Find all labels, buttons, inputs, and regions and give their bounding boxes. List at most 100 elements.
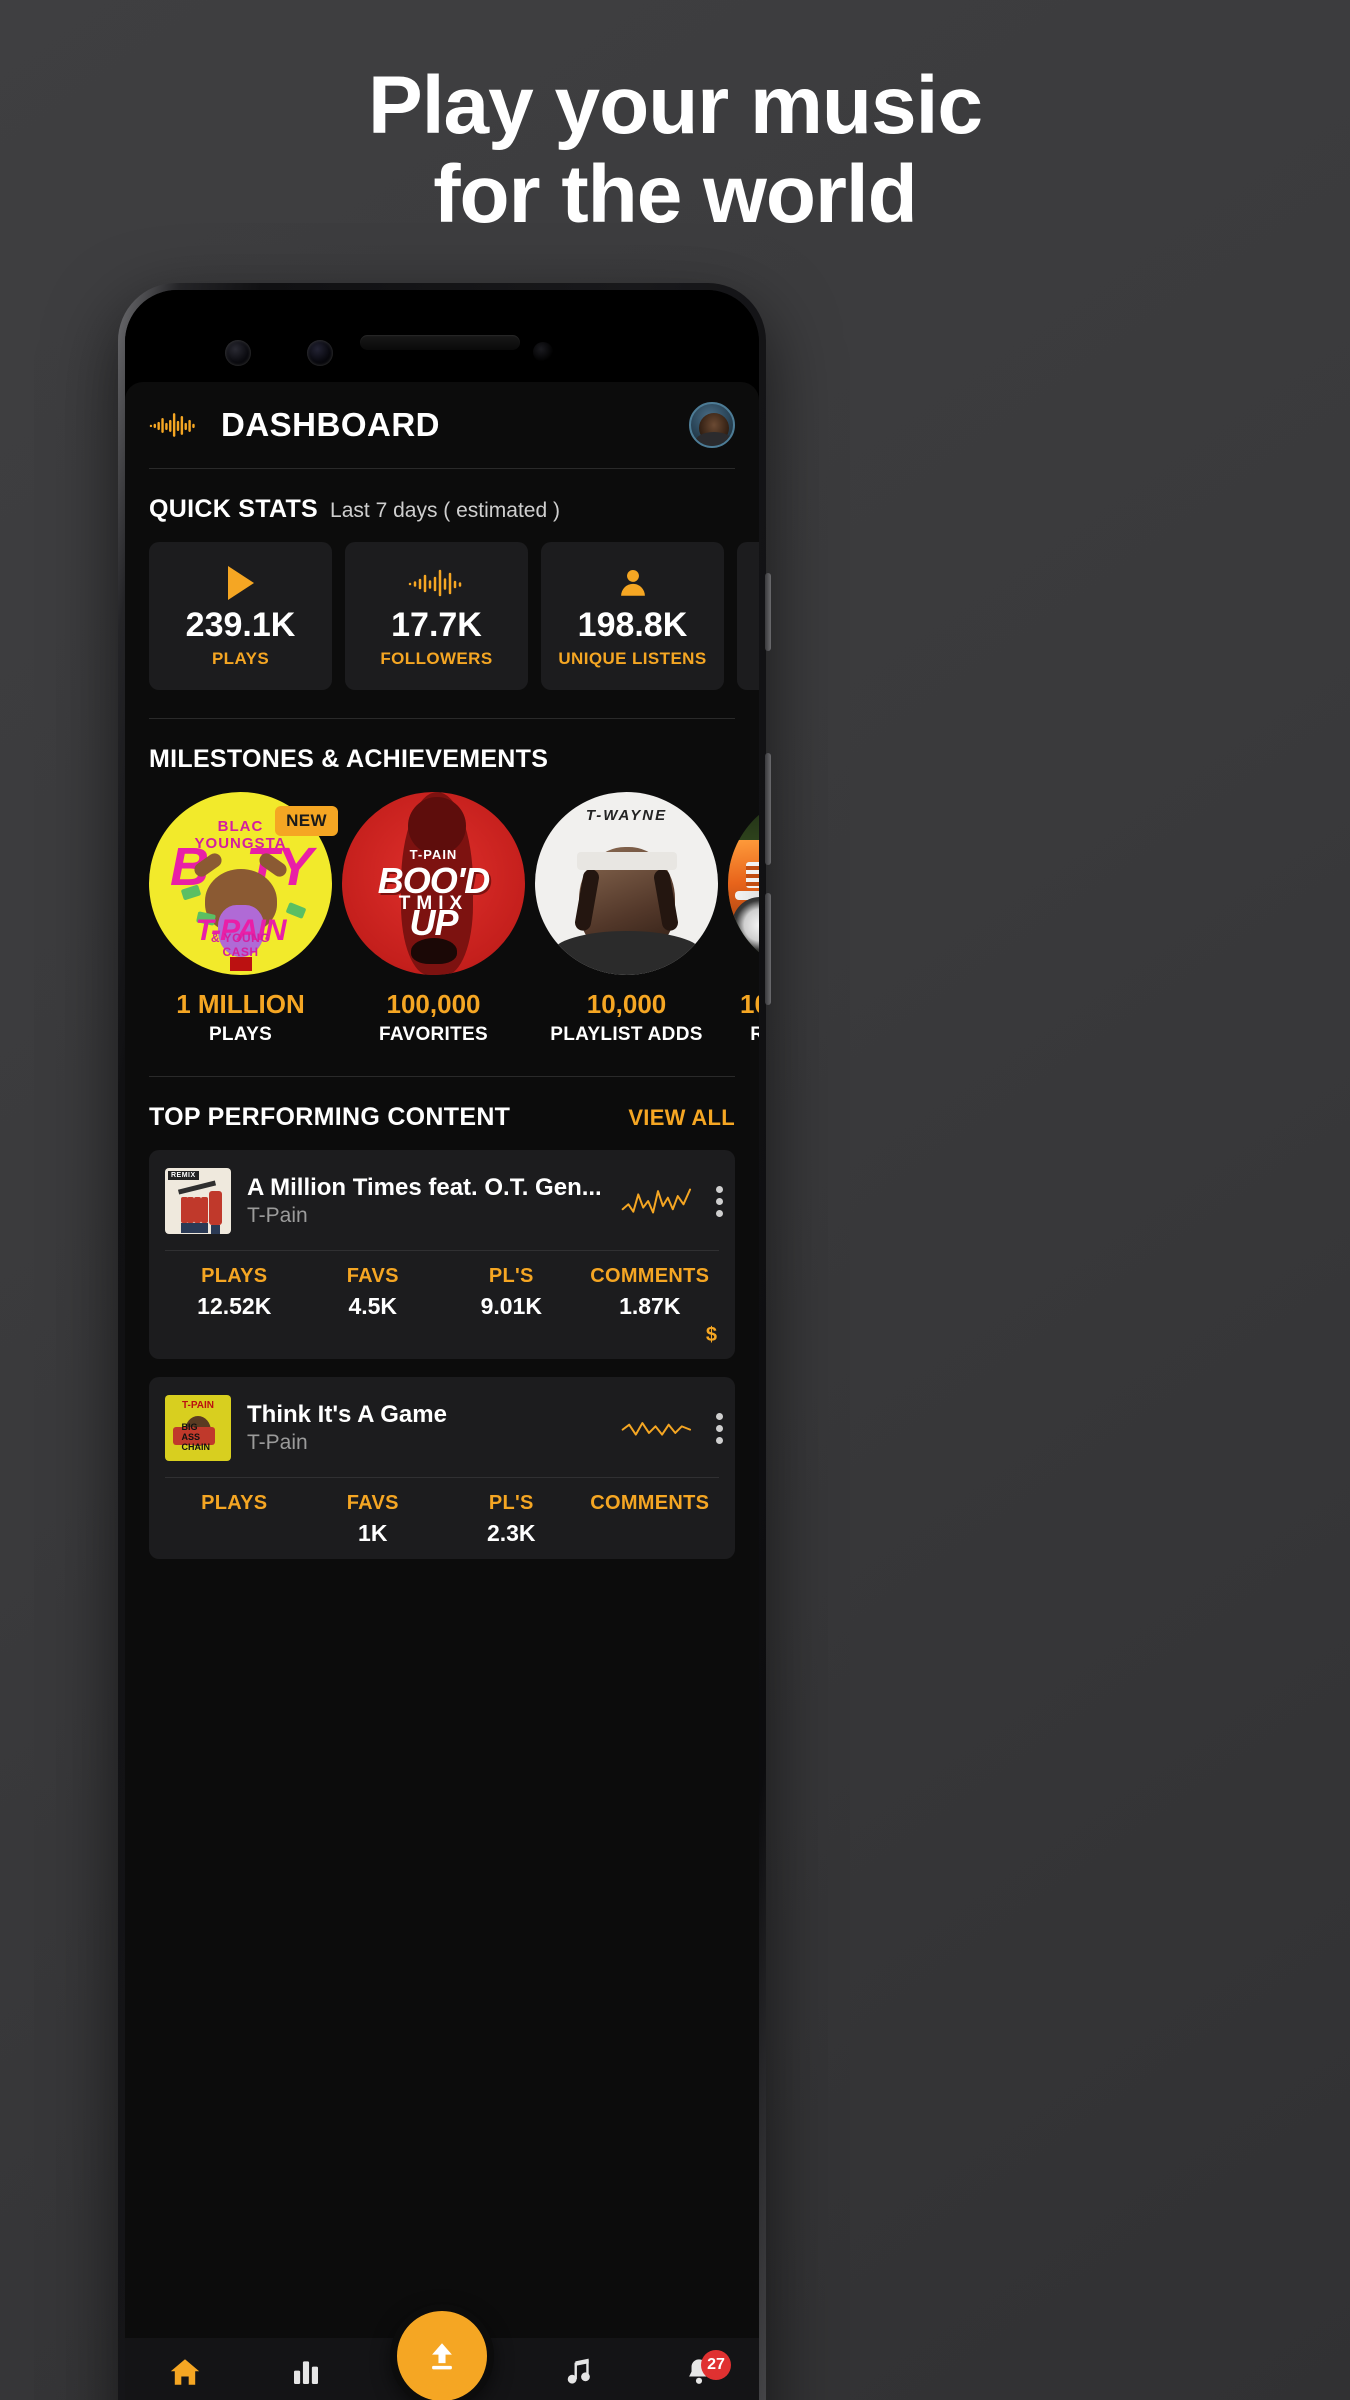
track-stat-key: PLAYS: [201, 1492, 268, 1514]
milestone-label: PLAYS: [208, 1024, 273, 1045]
milestones-title: MILESTONES & ACHIEVEMENTS: [149, 745, 549, 773]
proximity-sensor-icon: [533, 342, 553, 362]
view-all-button[interactable]: VIEW ALL: [628, 1105, 735, 1131]
track-title: A Million Times feat. O.T. Gen...: [247, 1174, 602, 1201]
milestone-item[interactable]: T-PAIN BOO'D UP TMIX 100,000 FAVORITES: [342, 792, 525, 1046]
app-screen: DASHBOARD QUICK STATS Last 7 days ( esti…: [125, 382, 759, 2400]
milestone-value: 100,000: [386, 989, 481, 1019]
upload-fab-button[interactable]: [390, 2304, 494, 2400]
track-stat: COMMENTS: [581, 1492, 720, 1547]
page-title: DASHBOARD: [221, 406, 440, 443]
track-stat: PL'S 9.01K: [442, 1265, 581, 1320]
track-stat: COMMENTS 1.87K: [581, 1265, 720, 1320]
track-stat-key: COMMENTS: [590, 1492, 710, 1514]
track-stat-value: 12.52K: [197, 1293, 272, 1319]
upload-icon: [432, 2343, 452, 2370]
bar-chart-icon: [290, 2354, 322, 2390]
track-stats: PLAYS 12.52K FAVS 4.5K PL'S 9.01K COMMEN…: [165, 1251, 719, 1322]
top-content-header: TOP PERFORMING CONTENT VIEW ALL: [125, 1077, 759, 1150]
music-note-icon: [562, 2354, 594, 2390]
quick-stats-header: QUICK STATS Last 7 days ( estimated ): [125, 469, 759, 542]
milestones-row[interactable]: NEW BLAC YOUNGSTA B TY T-PAIN & YOUNG CA…: [125, 792, 759, 1046]
phone-button-silent: [765, 573, 771, 651]
track-stat: PL'S 2.3K: [442, 1492, 581, 1547]
track-row[interactable]: REMIX A Million Times feat. O.T. Gen... …: [149, 1150, 735, 1359]
stat-value: 17.7K: [391, 606, 482, 645]
milestone-value: 1 MILLION: [176, 989, 305, 1019]
quick-stats-subtitle: Last 7 days ( estimated ): [330, 499, 560, 522]
track-row[interactable]: T-PAIN BIG ASS CHAIN Think It's A Game T…: [149, 1377, 735, 1559]
track-stat-key: FAVS: [346, 1492, 399, 1514]
stat-value: 198.8K: [577, 606, 688, 645]
stat-card-followers[interactable]: 17.7K FOLLOWERS: [345, 542, 528, 690]
track-stat-key: FAVS: [346, 1265, 399, 1287]
milestone-item[interactable]: 100,000 RE-UPS: [728, 792, 759, 1046]
more-vertical-icon[interactable]: [711, 1185, 723, 1217]
monetized-badge: $: [705, 1324, 717, 1346]
track-stat-key: PL'S: [488, 1492, 534, 1514]
milestone-label: RE-UPS: [750, 1024, 759, 1045]
stat-card-unique-listens[interactable]: 198.8K UNIQUE LISTENS: [541, 542, 724, 690]
nav-item-notifications[interactable]: 27 Notifications: [638, 2350, 759, 2400]
milestone-label: FAVORITES: [379, 1024, 488, 1045]
headline-line-2: for the world: [433, 148, 918, 240]
milestones-header: MILESTONES & ACHIEVEMENTS: [125, 719, 759, 792]
track-stat: FAVS 4.5K: [304, 1265, 443, 1320]
phone-mockup: DASHBOARD QUICK STATS Last 7 days ( esti…: [118, 283, 771, 2400]
app-header: DASHBOARD: [125, 382, 759, 468]
new-badge: NEW: [275, 806, 338, 836]
track-stat-value: 1.87K: [619, 1293, 681, 1319]
milestone-value: 10,000: [586, 989, 667, 1019]
quick-stats-title: QUICK STATS: [149, 495, 319, 523]
person-icon: [616, 563, 650, 603]
milestone-item[interactable]: NEW BLAC YOUNGSTA B TY T-PAIN & YOUNG CA…: [149, 792, 338, 1046]
milestone-value: 100,000: [740, 989, 759, 1019]
track-artist: T-Pain: [247, 1431, 308, 1454]
track-artist: T-Pain: [247, 1204, 308, 1227]
track-stat-key: PL'S: [488, 1265, 534, 1287]
stat-value: 239.1K: [185, 606, 296, 645]
earpiece-speaker: [360, 335, 520, 350]
track-artwork: REMIX: [165, 1168, 231, 1234]
track-stat: FAVS 1K: [304, 1492, 443, 1547]
waveform-icon: [407, 563, 467, 603]
phone-button-power: [765, 893, 771, 1005]
more-vertical-icon[interactable]: [711, 1412, 723, 1444]
avatar[interactable]: [689, 402, 735, 448]
track-title: Think It's A Game: [247, 1401, 447, 1428]
track-stat-value: 1K: [358, 1520, 388, 1546]
headline-line-1: Play your music: [368, 60, 983, 151]
notification-badge: 27: [701, 2350, 732, 2380]
top-content-title: TOP PERFORMING CONTENT: [149, 1103, 511, 1131]
track-stats: PLAYS FAVS 1K PL'S 2.3K COMMENTS: [165, 1478, 719, 1549]
promo-screenshot: Play your music for the world DASHBOARD …: [0, 0, 1350, 2400]
stat-label: FOLLOWERS: [380, 648, 493, 668]
track-artwork: T-PAIN BIG ASS CHAIN: [165, 1395, 231, 1461]
quick-stats-row[interactable]: 239.1K PLAYS 17.7K FOLLOWERS 198.8K UNIQ…: [125, 542, 759, 690]
track-stat-value: 9.01K: [480, 1293, 542, 1319]
milestone-artwork: T-WAYNE: [535, 792, 718, 975]
milestone-artwork: [728, 792, 759, 975]
stat-label: UNIQUE LISTENS: [558, 648, 707, 668]
nav-item-dashboard[interactable]: Dashboard: [125, 2354, 246, 2400]
front-camera-icon: [225, 340, 251, 366]
nav-item-stats[interactable]: Stats: [246, 2354, 367, 2400]
track-stat-key: COMMENTS: [590, 1265, 710, 1287]
stat-label: PLAYS: [211, 648, 270, 668]
stat-card-next-partial[interactable]: [737, 542, 759, 690]
nav-item-uploads[interactable]: Uploads: [517, 2354, 638, 2400]
sparkline-icon: [621, 1188, 692, 1214]
stat-card-plays[interactable]: 239.1K PLAYS: [149, 542, 332, 690]
track-stat-value: 4.5K: [348, 1293, 398, 1319]
audiomack-waveform-icon: [149, 413, 195, 437]
track-stat: PLAYS 12.52K: [165, 1265, 304, 1320]
milestone-item[interactable]: T-WAYNE 10,000 PLAYLIST ADDS: [535, 792, 718, 1046]
track-stat-value: 2.3K: [486, 1520, 536, 1546]
secondary-camera-icon: [307, 340, 333, 366]
track-stat: PLAYS: [165, 1492, 304, 1547]
milestone-artwork: T-PAIN BOO'D UP TMIX: [342, 792, 525, 975]
milestone-label: PLAYLIST ADDS: [550, 1024, 703, 1045]
sparkline-icon: [621, 1422, 692, 1436]
home-icon: [168, 2354, 202, 2390]
phone-button-volume: [765, 753, 771, 865]
